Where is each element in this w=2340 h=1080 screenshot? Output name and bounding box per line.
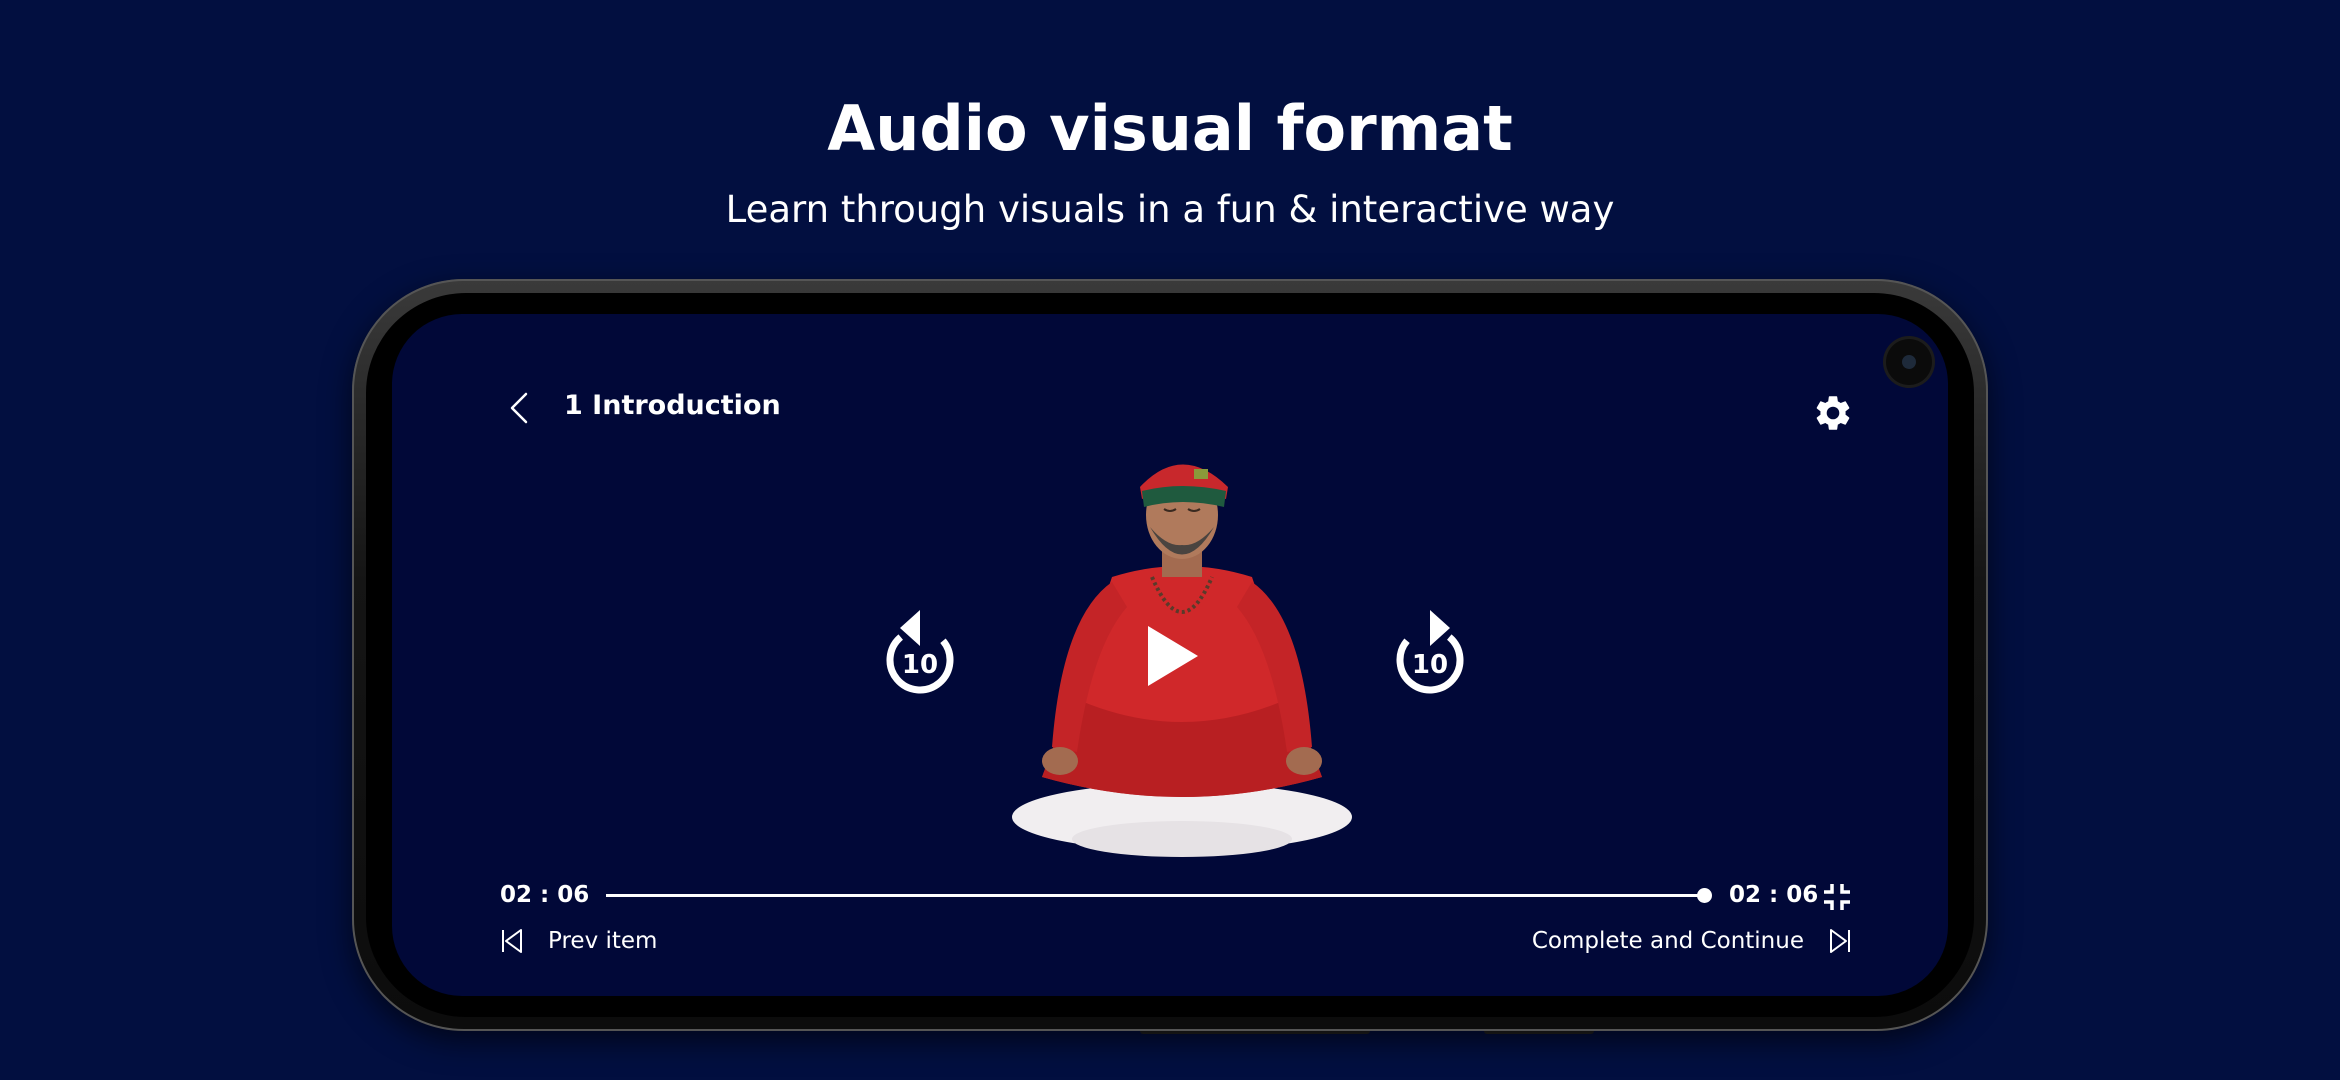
- promo-headline: Audio visual format: [827, 92, 1513, 165]
- play-icon: [1148, 626, 1198, 686]
- exit-fullscreen-icon: [1824, 884, 1850, 910]
- rewind-button[interactable]: 10: [880, 608, 960, 698]
- player-screen: 1 Introduction 10 10 02: 06 02: 06 Pre…: [392, 314, 1948, 996]
- complete-continue-button[interactable]: Complete and Continue: [1532, 926, 1852, 956]
- settings-button[interactable]: [1812, 392, 1854, 434]
- lesson-title: 1 Introduction: [564, 390, 781, 421]
- forward-button[interactable]: 10: [1390, 608, 1470, 698]
- phone-frame: 1 Introduction 10 10 02: 06 02: 06 Pre…: [352, 279, 1988, 1031]
- complete-continue-label: Complete and Continue: [1531, 928, 1804, 954]
- play-button[interactable]: [1144, 624, 1200, 688]
- rewind-seconds: 10: [901, 650, 939, 680]
- prev-item-button[interactable]: Prev item: [500, 926, 657, 956]
- chevron-left-icon: [510, 392, 528, 424]
- gear-icon: [1816, 396, 1850, 430]
- promo-subheadline: Learn through visuals in a fun & interac…: [725, 188, 1615, 231]
- prev-item-label: Prev item: [548, 928, 658, 954]
- total-time: 02 : 06: [1729, 882, 1819, 908]
- back-button[interactable]: [504, 388, 534, 428]
- exit-fullscreen-button[interactable]: [1822, 882, 1852, 912]
- progress-track[interactable]: [606, 888, 1712, 903]
- forward-seconds: 10: [1411, 650, 1449, 680]
- skip-next-icon: [1830, 929, 1850, 953]
- skip-previous-icon: [502, 929, 522, 953]
- progress-thumb[interactable]: [1697, 888, 1712, 903]
- current-time: 02 : 06: [500, 882, 590, 908]
- progress-fill: [606, 894, 1704, 897]
- front-camera: [1886, 339, 1932, 385]
